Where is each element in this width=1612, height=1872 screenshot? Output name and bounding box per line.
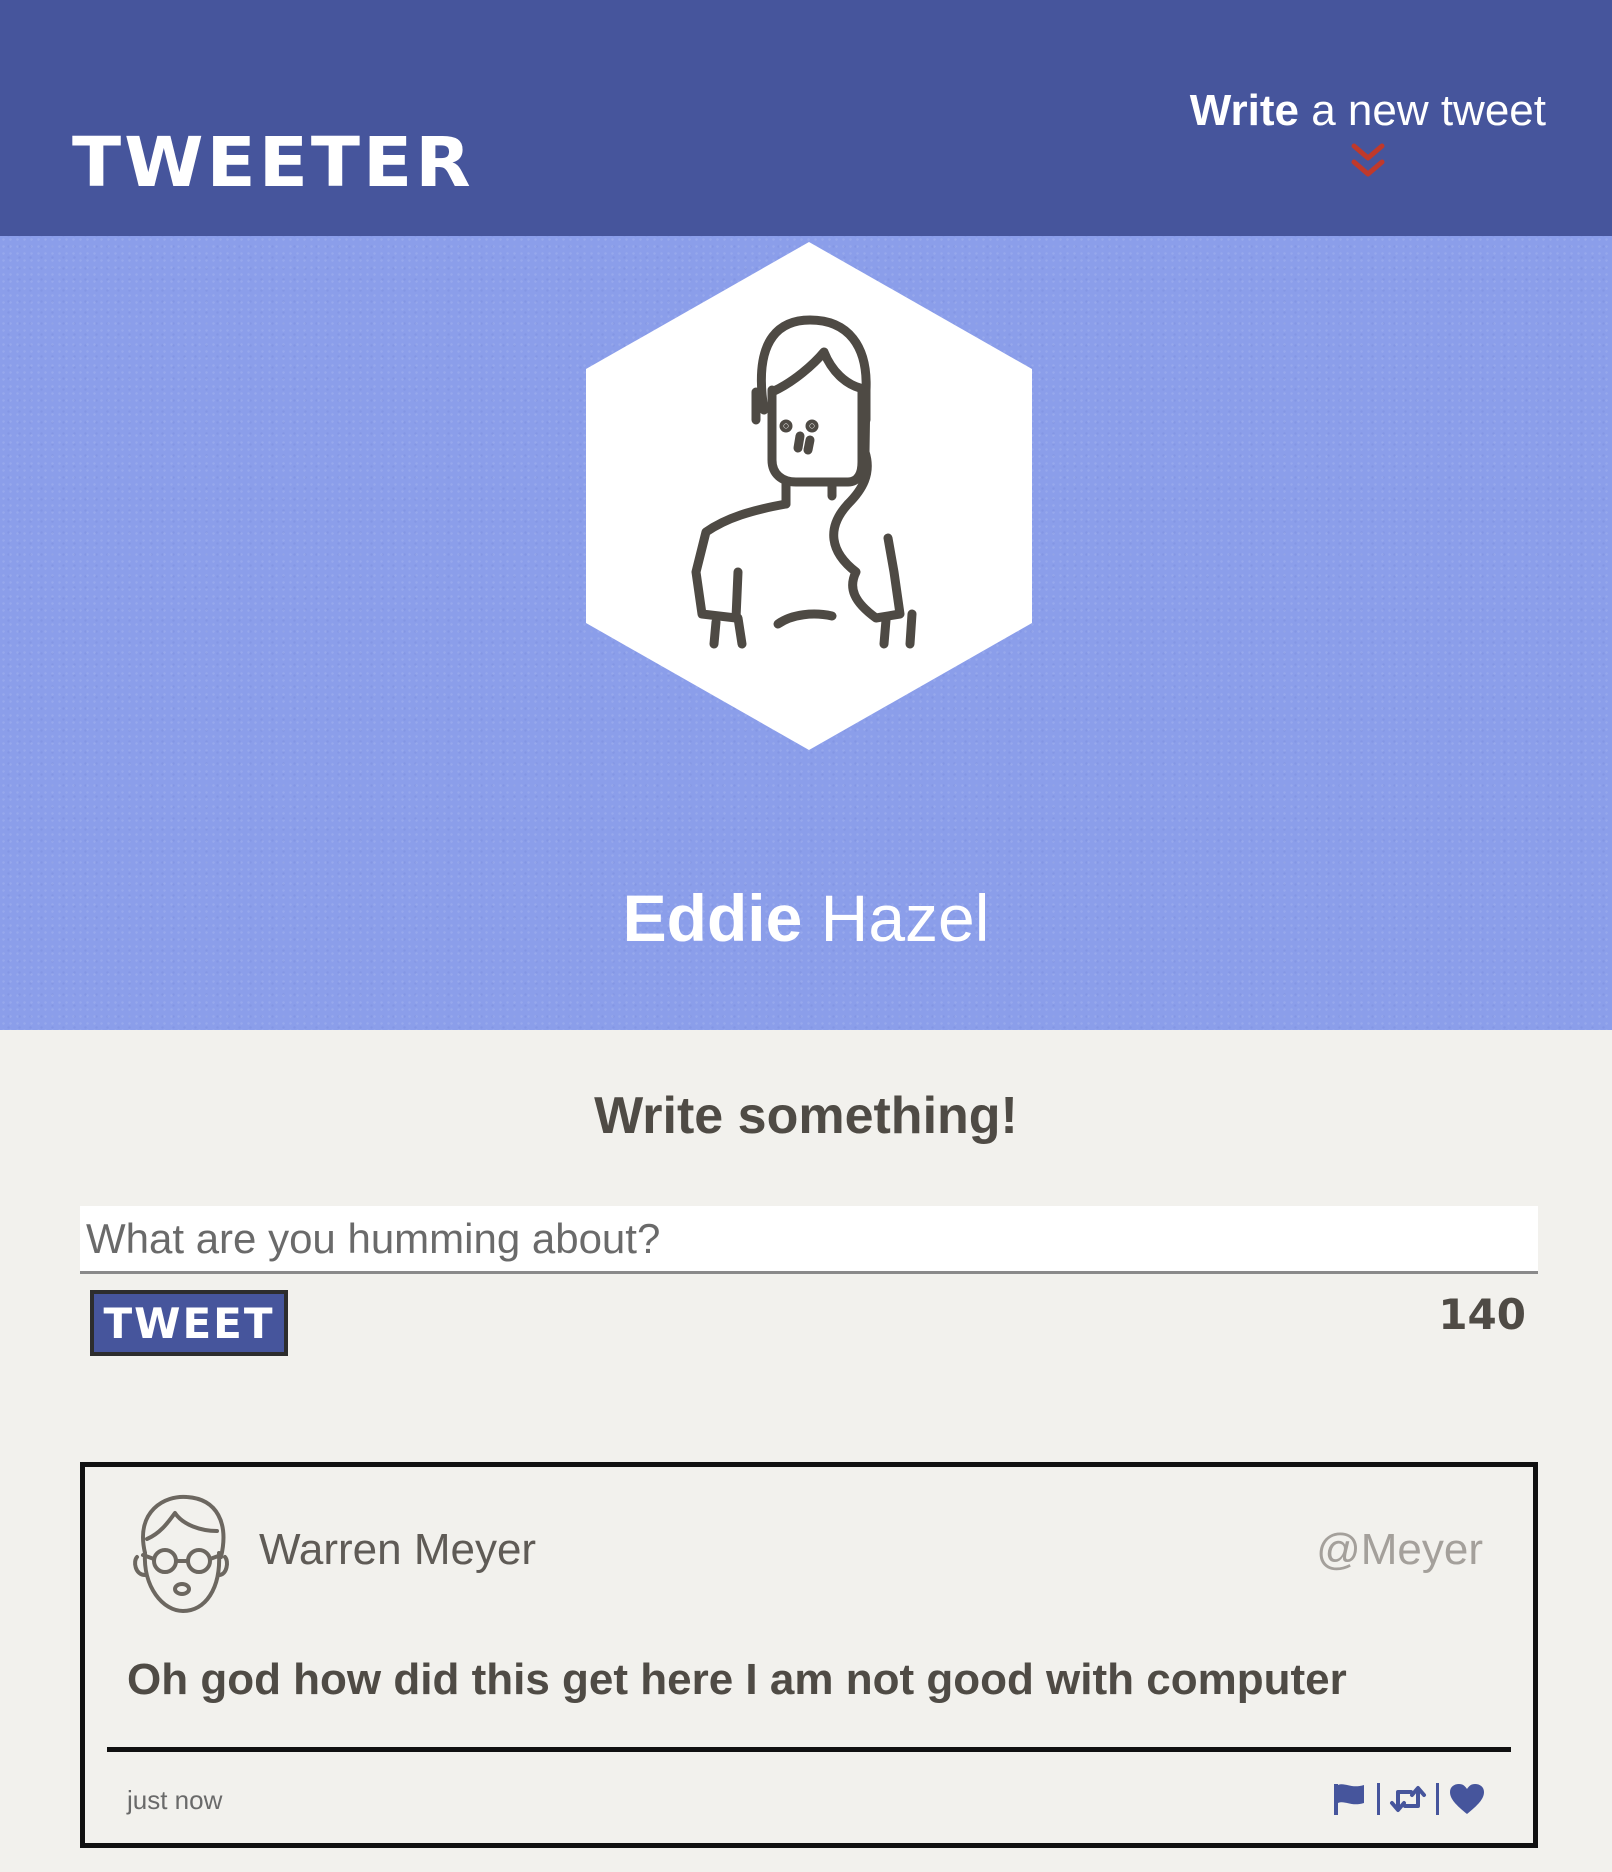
tweet-actions bbox=[1329, 1779, 1487, 1819]
compose-toggle-rest: a new tweet bbox=[1298, 86, 1546, 135]
compose-toggle-strong: Write bbox=[1189, 86, 1299, 135]
action-separator bbox=[1377, 1783, 1380, 1815]
action-separator bbox=[1436, 1783, 1439, 1815]
tweet-submit-button[interactable]: TWEET bbox=[90, 1290, 288, 1356]
retweet-icon bbox=[1390, 1786, 1426, 1812]
heart-icon bbox=[1450, 1784, 1484, 1814]
profile-last-name: Hazel bbox=[802, 881, 990, 955]
top-bar: TWEETER Write a new tweet bbox=[0, 0, 1612, 236]
tweet-divider bbox=[107, 1747, 1511, 1752]
tweet-body: Oh god how did this get here I am not go… bbox=[127, 1655, 1347, 1704]
character-counter: 140 bbox=[1438, 1290, 1526, 1339]
tweet-card: Warren Meyer @Meyer Oh god how did this … bbox=[80, 1462, 1538, 1848]
retweet-button[interactable] bbox=[1388, 1779, 1428, 1819]
tweet-timestamp: just now bbox=[127, 1785, 223, 1815]
tweet-input[interactable] bbox=[80, 1206, 1538, 1274]
flag-icon bbox=[1334, 1784, 1364, 1815]
write-new-tweet-toggle[interactable]: Write a new tweet bbox=[1190, 86, 1546, 180]
profile-first-name: Eddie bbox=[622, 881, 803, 955]
double-chevron-down-icon bbox=[1351, 143, 1385, 177]
like-button[interactable] bbox=[1447, 1779, 1487, 1819]
tweet-author-name[interactable]: Warren Meyer bbox=[259, 1525, 536, 1575]
profile-avatar bbox=[586, 242, 1032, 750]
tweet-author-handle[interactable]: @Meyer bbox=[1316, 1525, 1483, 1575]
profile-name: Eddie Hazel bbox=[0, 880, 1612, 956]
flag-button[interactable] bbox=[1329, 1779, 1369, 1819]
composer-title: Write something! bbox=[594, 1087, 1018, 1145]
man-with-glasses-avatar-icon bbox=[133, 1494, 229, 1613]
brand-logo[interactable]: TWEETER bbox=[72, 122, 474, 202]
